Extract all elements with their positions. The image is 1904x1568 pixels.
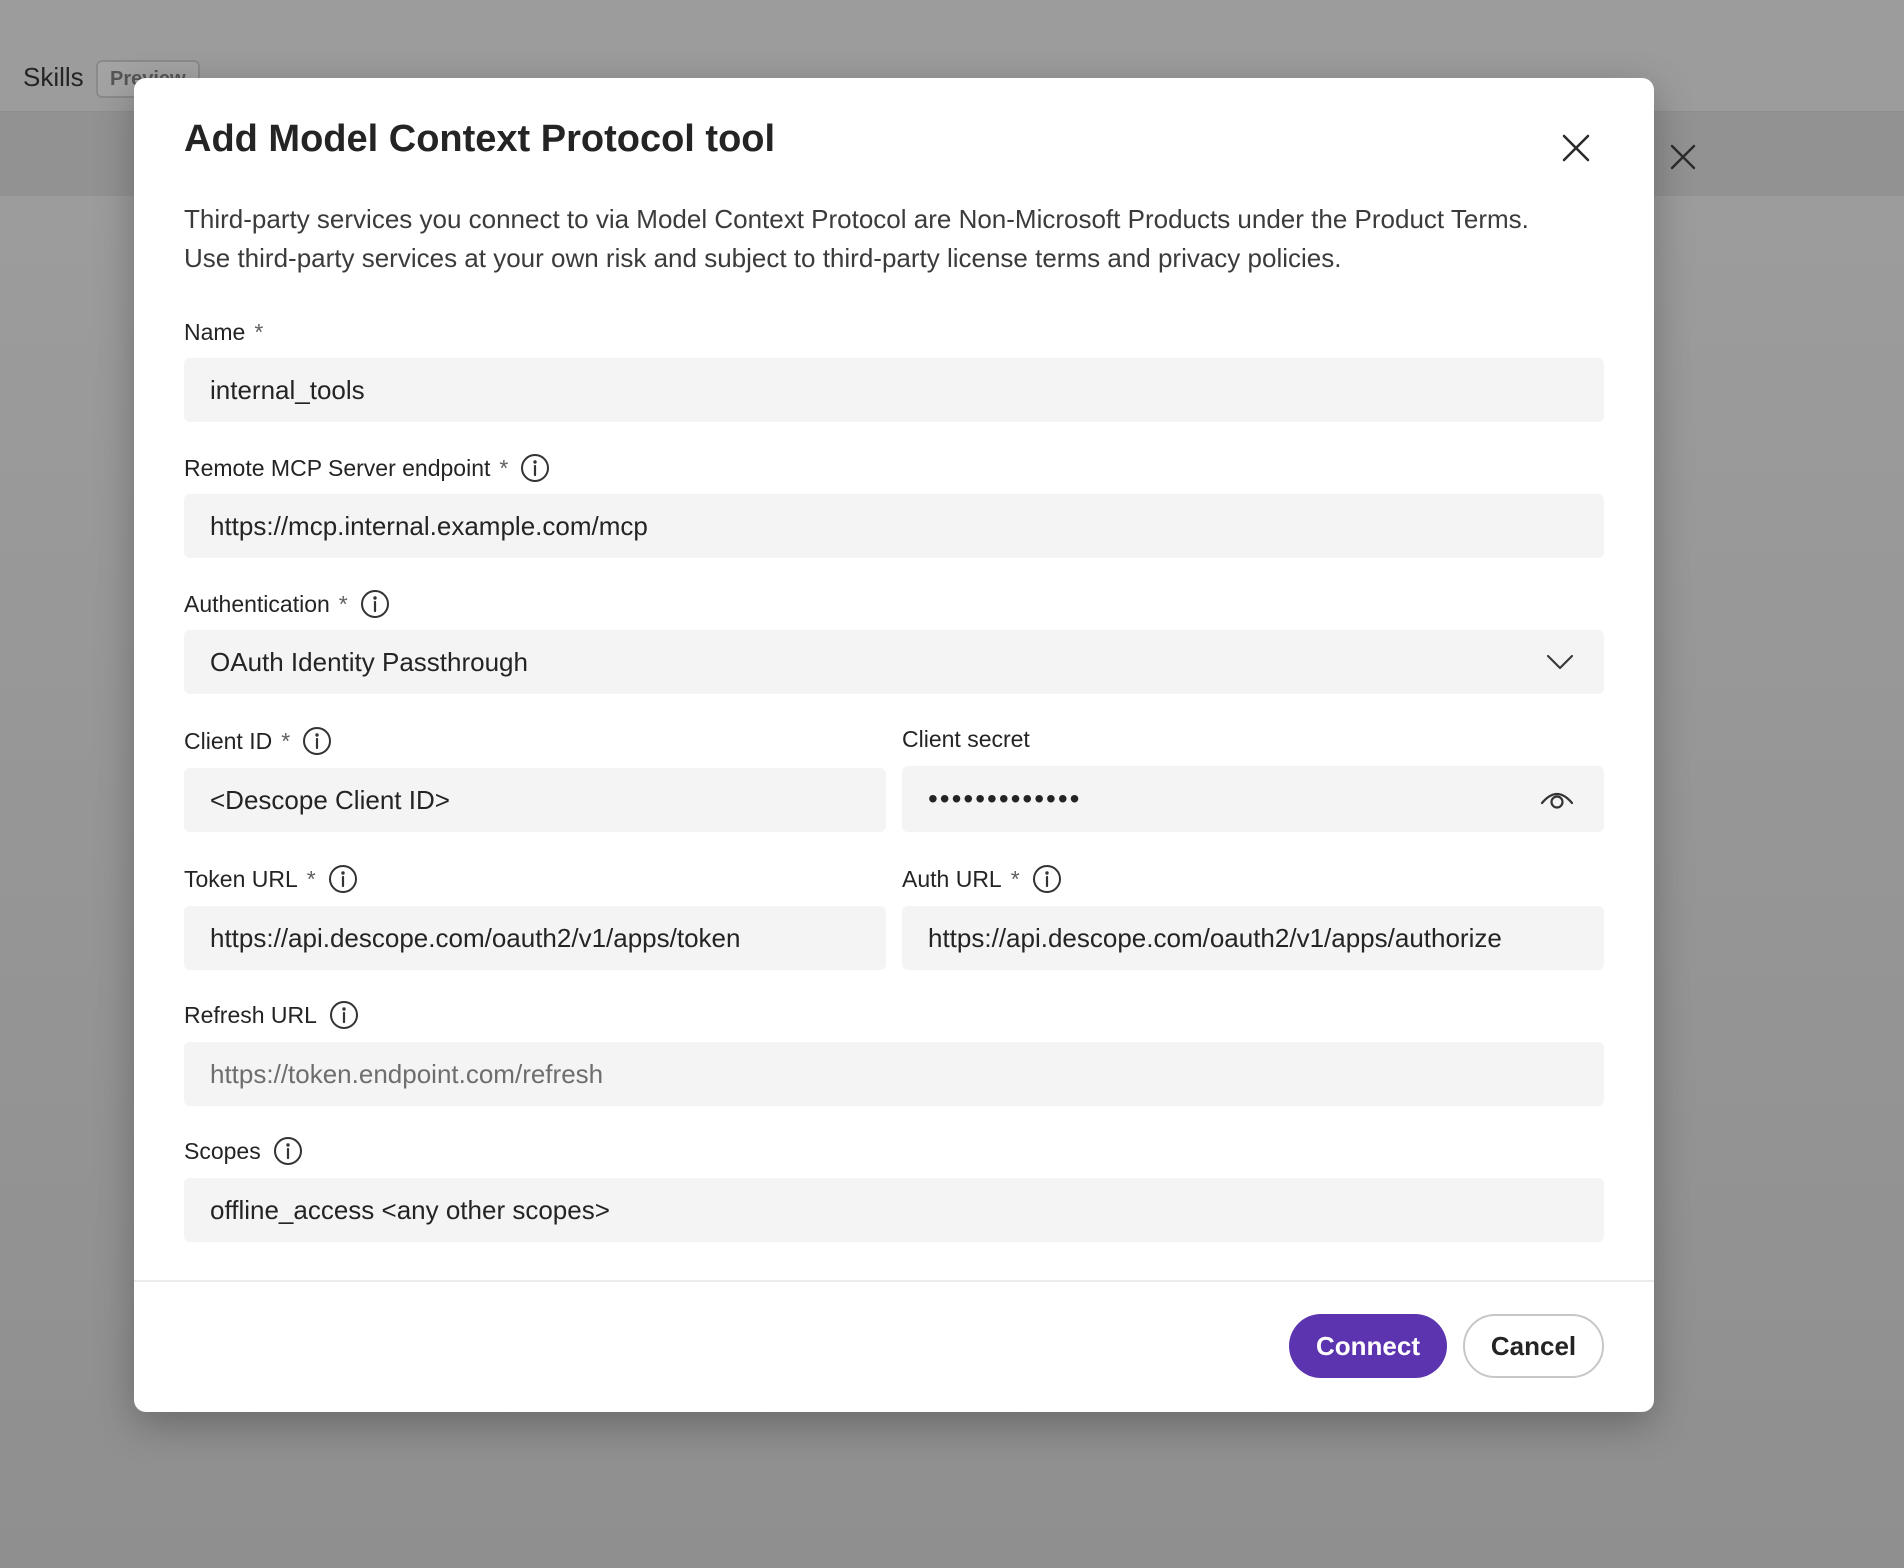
required-marker: * — [254, 318, 264, 345]
authentication-selected-value: OAuth Identity Passthrough — [210, 646, 528, 677]
auth-url-label: Auth URL * — [902, 862, 1062, 896]
info-icon[interactable] — [360, 589, 390, 619]
connect-button[interactable]: Connect — [1289, 1314, 1447, 1378]
scopes-field[interactable]: offline_access <any other scopes> — [184, 1178, 1604, 1242]
client-secret-field[interactable]: ••••••••••••• — [902, 766, 1604, 832]
info-icon[interactable] — [302, 726, 332, 756]
info-icon[interactable] — [329, 1000, 359, 1030]
client-secret-value: ••••••••••••• — [928, 783, 1082, 814]
auth-url-field[interactable]: https://api.descope.com/oauth2/v1/apps/a… — [902, 906, 1604, 970]
scopes-label-text: Scopes — [184, 1137, 261, 1164]
authentication-label-text: Authentication — [184, 590, 330, 617]
required-marker: * — [281, 727, 291, 754]
info-icon[interactable] — [273, 1136, 303, 1166]
client-id-label-text: Client ID — [184, 727, 273, 754]
client-secret-label: Client secret — [902, 722, 1030, 756]
cancel-button[interactable]: Cancel — [1463, 1314, 1604, 1378]
disclaimer-line-2: Use third-party services at your own ris… — [184, 243, 1342, 273]
required-marker: * — [499, 454, 509, 481]
refresh-url-label-text: Refresh URL — [184, 1001, 317, 1028]
endpoint-label-text: Remote MCP Server endpoint — [184, 454, 491, 481]
token-url-field[interactable]: https://api.descope.com/oauth2/v1/apps/t… — [184, 906, 886, 970]
background-page-title: Skills — [23, 62, 84, 92]
required-marker: * — [338, 590, 348, 617]
token-url-label: Token URL * — [184, 862, 358, 896]
client-id-label: Client ID * — [184, 724, 332, 758]
disclaimer-line-1: Third-party services you connect to via … — [184, 204, 1529, 234]
required-marker: * — [1010, 865, 1020, 892]
disclaimer-text: Third-party services you connect to via … — [184, 200, 1604, 278]
dialog-title: Add Model Context Protocol tool — [184, 118, 776, 160]
add-mcp-tool-dialog: Add Model Context Protocol tool Third-pa… — [134, 78, 1654, 1412]
name-field[interactable]: internal_tools — [184, 358, 1604, 422]
required-marker: * — [306, 865, 316, 892]
eye-icon[interactable] — [1540, 787, 1574, 811]
background-close-icon — [1666, 140, 1700, 174]
close-icon[interactable] — [1552, 124, 1600, 172]
refresh-url-label: Refresh URL — [184, 998, 359, 1032]
endpoint-field[interactable]: https://mcp.internal.example.com/mcp — [184, 494, 1604, 558]
name-label: Name * — [184, 315, 263, 349]
info-icon[interactable] — [520, 453, 550, 483]
token-url-label-text: Token URL — [184, 865, 298, 892]
name-label-text: Name — [184, 318, 246, 345]
footer-divider — [134, 1280, 1654, 1282]
authentication-select[interactable]: OAuth Identity Passthrough — [184, 630, 1604, 694]
endpoint-label: Remote MCP Server endpoint * — [184, 451, 550, 485]
info-icon[interactable] — [1032, 864, 1062, 894]
client-secret-label-text: Client secret — [902, 725, 1030, 752]
client-id-field[interactable]: <Descope Client ID> — [184, 768, 886, 832]
authentication-label: Authentication * — [184, 587, 390, 621]
chevron-down-icon — [1546, 654, 1574, 670]
refresh-url-field[interactable]: https://token.endpoint.com/refresh — [184, 1042, 1604, 1106]
auth-url-label-text: Auth URL — [902, 865, 1002, 892]
scopes-label: Scopes — [184, 1134, 303, 1168]
info-icon[interactable] — [328, 864, 358, 894]
